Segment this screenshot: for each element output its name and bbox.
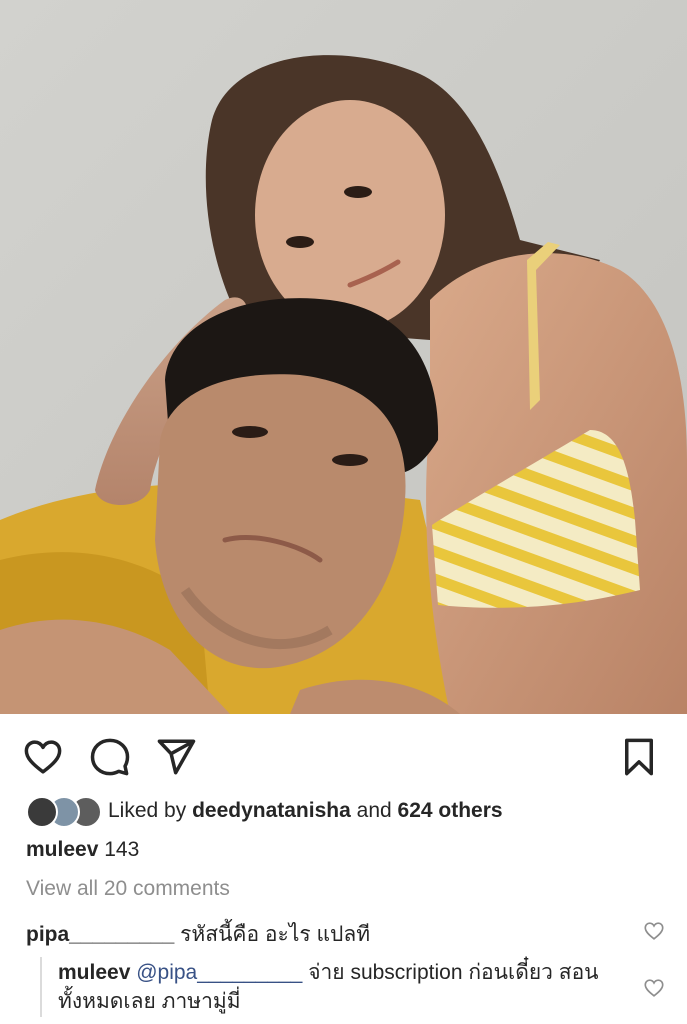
comment-bubble-icon[interactable] <box>89 736 131 778</box>
caption-text: 143 <box>104 838 140 861</box>
liked-by-label: Liked by <box>108 799 187 822</box>
liked-by-and: and <box>356 799 392 822</box>
reply-like-heart-icon[interactable] <box>643 977 665 999</box>
reply-mention[interactable]: @pipa_________ <box>136 961 302 984</box>
heart-icon[interactable] <box>22 736 64 778</box>
post-action-bar <box>0 714 687 794</box>
liked-by-others-link[interactable]: 624 others <box>398 799 503 822</box>
avatar <box>26 796 58 828</box>
likes-row: Liked by deedynatanisha and 624 others <box>26 796 666 828</box>
comment-item: pipa_________ รหัสนี้คือ อะไร แปลที <box>26 918 626 951</box>
post-photo[interactable] <box>0 0 687 714</box>
comment-text: รหัสนี้คือ อะไร แปลที <box>180 923 371 946</box>
reply-username[interactable]: muleev <box>58 961 130 984</box>
photo-illustration <box>0 0 687 714</box>
reply-item: muleev @pipa_________ จ่าย subscription … <box>58 958 618 1016</box>
comment-username[interactable]: pipa_________ <box>26 923 174 946</box>
liked-by-username[interactable]: deedynatanisha <box>192 799 351 822</box>
post-caption: muleev 143 <box>26 838 139 862</box>
caption-username[interactable]: muleev <box>26 838 98 861</box>
bookmark-icon[interactable] <box>618 736 660 778</box>
liker-avatars[interactable] <box>26 796 104 828</box>
comment-like-heart-icon[interactable] <box>643 920 665 942</box>
paper-plane-icon[interactable] <box>155 736 197 778</box>
likes-summary: Liked by deedynatanisha and 624 others <box>108 799 503 823</box>
view-all-comments-link[interactable]: View all 20 comments <box>26 877 230 901</box>
reply-thread-line <box>40 957 42 1017</box>
